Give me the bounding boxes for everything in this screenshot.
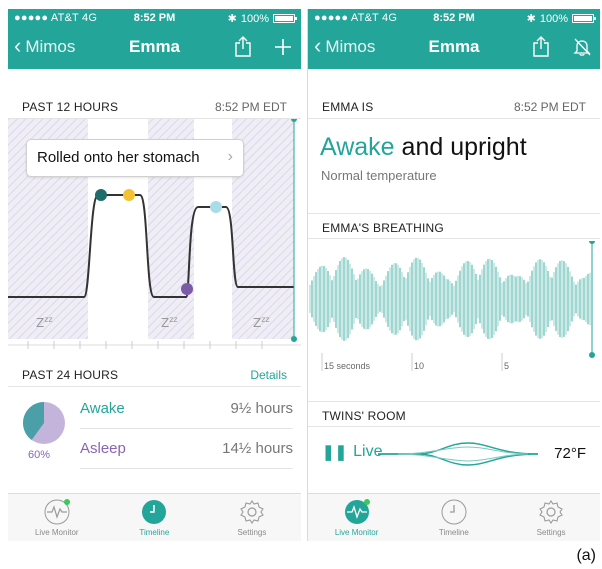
emma-is-time: 8:52 PM EDT: [513, 100, 586, 114]
tab-label: Settings: [536, 528, 566, 537]
past-12-header: PAST 12 HOURS 8:52 PM EDT: [8, 93, 301, 119]
asleep-label: Asleep: [80, 440, 126, 457]
awake-asleep-pie: [23, 402, 65, 444]
clock-icon: [441, 499, 467, 525]
breathing-header: EMMA'S BREATHING: [308, 213, 600, 239]
past-24-header: PAST 24 HOURS Details: [8, 361, 301, 387]
nav-bar: ‹ Mimos Emma: [8, 27, 301, 69]
past-12-label: PAST 12 HOURS: [22, 100, 119, 114]
tab-timeline[interactable]: Timeline: [405, 498, 502, 537]
breathing-label: EMMA'S BREATHING: [322, 221, 444, 235]
battery-percent: 100%: [240, 12, 269, 25]
live-monitor-screen: ●●●●● AT&T 4G 8:52 PM ✱ 100% ‹ Mimos Emm…: [307, 9, 600, 541]
state-rest: and upright: [394, 133, 527, 161]
event-tooltip[interactable]: Rolled onto her stomach ›: [26, 139, 244, 177]
gear-icon: [539, 500, 563, 524]
awake-label: Awake: [80, 400, 125, 417]
bell-muted-icon[interactable]: [572, 37, 592, 57]
event-marker-yellow[interactable]: [123, 189, 135, 201]
tab-bar: Live Monitor Timeline Settings: [308, 493, 600, 541]
tooltip-text: Rolled onto her stomach: [37, 149, 200, 166]
status-bar: ●●●●● AT&T 4G 8:52 PM ✱ 100%: [308, 9, 600, 27]
share-icon[interactable]: [234, 36, 252, 58]
room-label: TWINS' ROOM: [322, 409, 406, 423]
top-bar: ●●●●● AT&T 4G 8:52 PM ✱ 100% ‹ Mimos Emm…: [308, 9, 600, 69]
tab-label: Live Monitor: [334, 528, 379, 537]
battery-percent: 100%: [539, 12, 568, 25]
nav-bar: ‹ Mimos Emma: [308, 27, 600, 69]
chevron-right-icon: ›: [227, 148, 233, 165]
bluetooth-icon: ✱: [526, 13, 536, 25]
breathing-now-top: [589, 241, 595, 244]
tick-label-10: 10: [414, 361, 425, 371]
temperature-status: Normal temperature: [321, 168, 437, 183]
tick-label-15: 15 seconds: [324, 361, 371, 371]
tick-label-5: 5: [504, 361, 510, 371]
breathing-waveform: [309, 241, 595, 371]
timeline-screen: ●●●●● AT&T 4G 8:52 PM ✱ 100% ‹ Mimos Emm…: [8, 9, 301, 541]
battery-icon: [572, 14, 596, 23]
pause-icon: ❚❚: [322, 444, 348, 461]
heartbeat-icon: [344, 499, 370, 524]
room-temperature: 72°F: [554, 445, 586, 462]
summary-row-asleep: Asleep 14½ hours: [80, 429, 293, 469]
current-state: Awake and upright: [320, 133, 527, 162]
tab-settings[interactable]: Settings: [203, 498, 301, 537]
add-icon[interactable]: [274, 38, 292, 56]
asleep-percent: 60%: [28, 449, 51, 461]
emma-is-header: EMMA IS 8:52 PM EDT: [308, 93, 600, 119]
details-link[interactable]: Details: [250, 368, 287, 382]
battery-indicator: ✱ 100%: [526, 12, 596, 25]
awake-value: 9½ hours: [230, 400, 293, 417]
top-bar: ●●●●● AT&T 4G 8:52 PM ✱ 100% ‹ Mimos Emm…: [8, 9, 301, 69]
state-highlight: Awake: [320, 133, 395, 161]
bluetooth-icon: ✱: [227, 13, 237, 25]
battery-indicator: ✱ 100%: [227, 12, 297, 25]
breathing-now-bottom: [589, 352, 595, 358]
asleep-value: 14½ hours: [222, 440, 293, 457]
tab-settings[interactable]: Settings: [502, 498, 599, 537]
live-toggle-button[interactable]: ❚❚ Live: [322, 443, 383, 461]
battery-icon: [273, 14, 297, 23]
room-header: TWINS' ROOM: [308, 401, 600, 427]
tab-bar: Live Monitor Timeline Settings: [8, 493, 301, 541]
tab-live-monitor[interactable]: Live Monitor: [308, 498, 405, 537]
status-bar: ●●●●● AT&T 4G 8:52 PM ✱ 100%: [8, 9, 301, 27]
share-icon[interactable]: [532, 36, 550, 58]
tab-label: Timeline: [438, 528, 469, 537]
page-title: Emma: [128, 37, 181, 56]
past-12-time: 8:52 PM EDT: [214, 100, 287, 114]
event-marker-teal[interactable]: [95, 189, 107, 201]
breathing-bars: [309, 257, 591, 341]
figure-caption: (a): [576, 547, 596, 564]
page-title: Emma: [428, 37, 480, 56]
emma-is-label: EMMA IS: [322, 100, 374, 114]
tab-label: Live Monitor: [34, 528, 79, 537]
live-audio-row: ❚❚ Live 72°F: [308, 439, 600, 469]
summary-row-awake: Awake 9½ hours: [80, 389, 293, 429]
event-marker-purple[interactable]: [181, 283, 193, 295]
gear-icon: [240, 500, 264, 524]
tab-timeline[interactable]: Timeline: [106, 498, 204, 537]
tab-label: Settings: [237, 528, 267, 537]
clock-icon: [142, 500, 167, 524]
heartbeat-icon: [44, 499, 70, 525]
tab-live-monitor[interactable]: Live Monitor: [8, 498, 106, 537]
now-marker-bottom: [291, 336, 297, 342]
event-marker-lightblue[interactable]: [210, 201, 222, 213]
tab-label: Timeline: [139, 528, 170, 537]
past-24-label: PAST 24 HOURS: [22, 368, 119, 382]
audio-wave: [378, 442, 538, 466]
